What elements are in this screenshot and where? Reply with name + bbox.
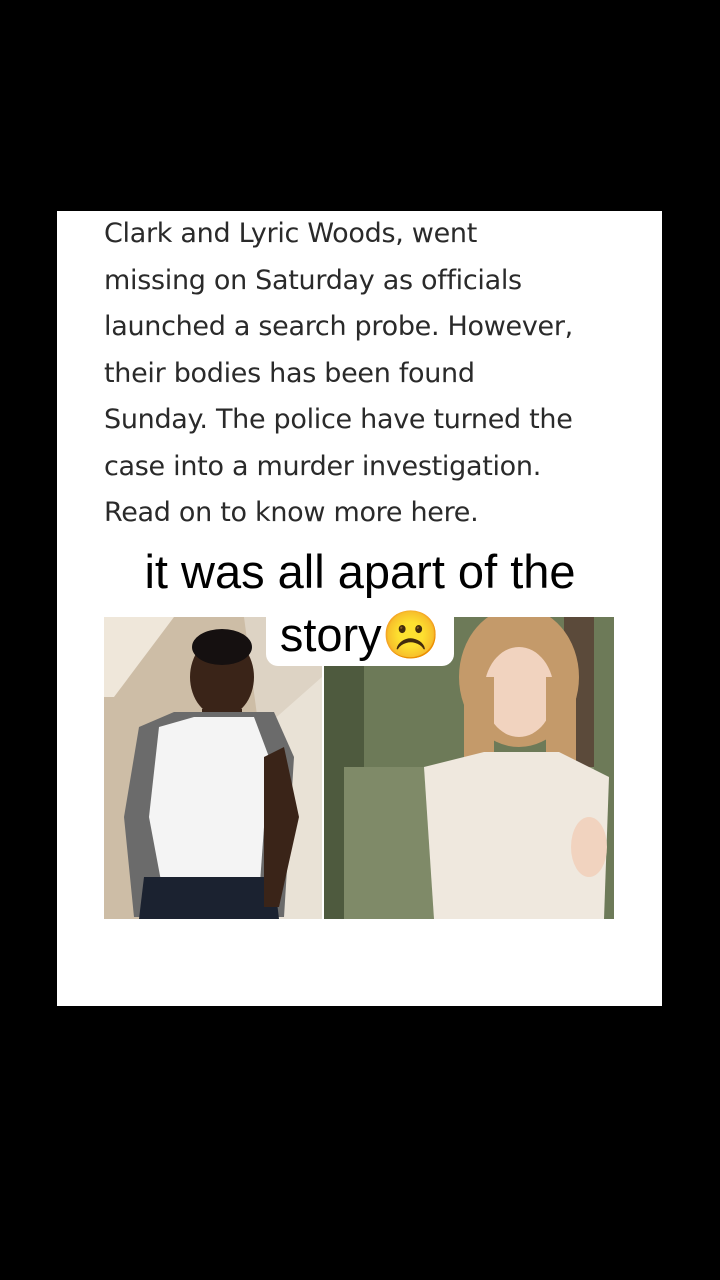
article-line: missing on Saturday as officials [104,264,522,296]
article-line: their bodies has been found [104,357,475,389]
article-body: Clark and Lyric Woods, went missing on S… [104,211,644,537]
article-line: case into a murder investigation. [104,450,541,482]
article-line: launched a search probe. However, [104,311,573,342]
article-line: Read on to know more here. [104,497,479,528]
overlay-caption: it was all apart of the story☹️ [0,540,720,666]
article-line: Sunday. The police have turned the [104,404,573,435]
article-line: Clark and Lyric Woods, went [104,218,477,249]
caption-line-1: it was all apart of the [130,540,590,603]
caption-line-2: story☹️ [265,603,455,666]
